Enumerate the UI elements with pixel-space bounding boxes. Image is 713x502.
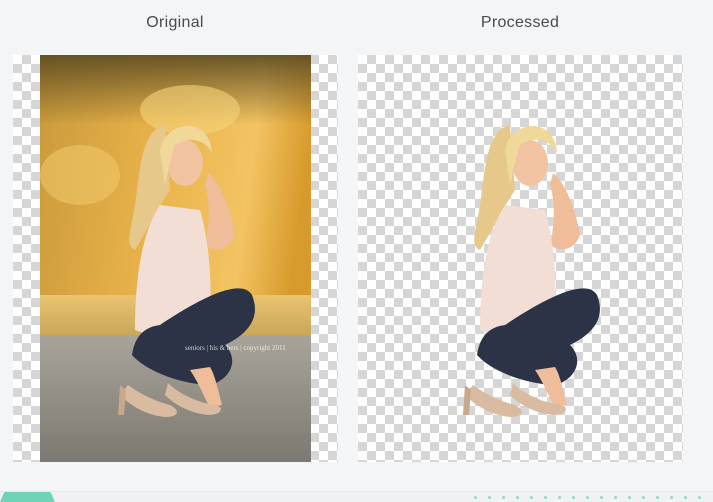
original-photo: seniors | his & hers | copyright 2011: [40, 55, 311, 462]
processed-label: Processed: [480, 14, 560, 31]
watermark-text: seniors | his & hers | copyright 2011: [185, 344, 286, 352]
dot-decoration: [474, 496, 701, 499]
original-image-panel: seniors | his & hers | copyright 2011: [13, 55, 338, 462]
processed-image-panel: [358, 55, 683, 462]
bottom-accent-shape: [0, 492, 55, 502]
bottom-bar: [0, 491, 713, 502]
woman-figure-cutout: [463, 125, 600, 417]
processed-photo: [385, 55, 656, 462]
original-label: Original: [146, 14, 204, 31]
